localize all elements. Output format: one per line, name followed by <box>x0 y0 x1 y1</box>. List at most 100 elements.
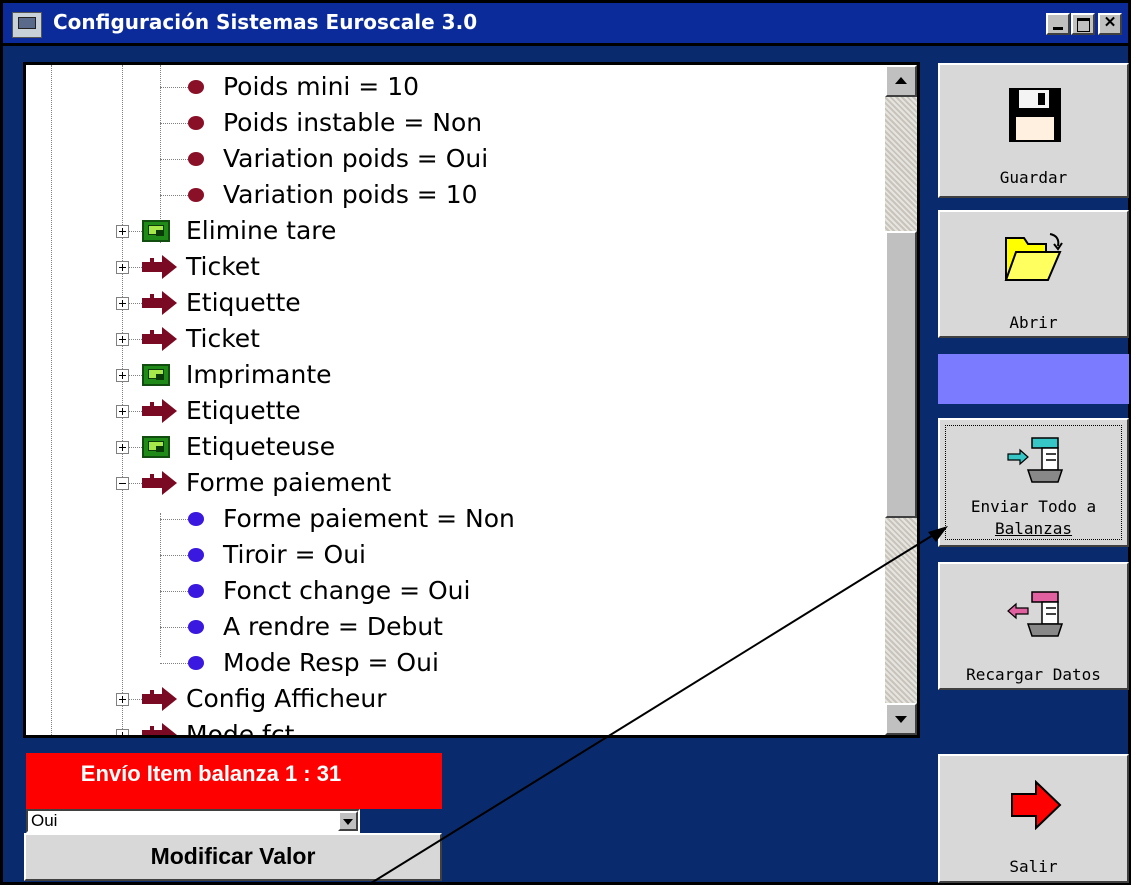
tree-item-label: Tiroir = Oui <box>223 540 367 569</box>
tree-leaf-item[interactable]: Poids mini = 10 <box>26 70 886 104</box>
open-button-label: Abrir <box>1009 313 1058 332</box>
tree-leaf-item[interactable]: Poids instable = Non <box>26 106 886 140</box>
tree-node-item[interactable]: Ticket <box>26 250 886 284</box>
tree-node-item[interactable]: Mode fct <box>26 718 886 738</box>
dropdown-arrow-button[interactable] <box>338 811 358 831</box>
expand-icon[interactable] <box>116 333 129 346</box>
blue-dot-icon <box>188 656 204 670</box>
tree-item-label: Ticket <box>186 252 260 281</box>
tree-leaf-item[interactable]: A rendre = Debut <box>26 610 886 644</box>
red-dot-icon <box>188 116 204 130</box>
maximize-button[interactable] <box>1071 13 1095 35</box>
tree-leaf-item[interactable]: Forme paiement = Non <box>26 502 886 536</box>
floppy-disk-icon <box>1009 88 1061 142</box>
exit-arrow-icon <box>1011 780 1062 830</box>
send-all-label-line1: Enviar Todo a <box>970 497 1097 516</box>
tree-node-item[interactable]: Forme paiement <box>26 466 886 500</box>
tree-item-label: Mode fct <box>186 720 295 738</box>
exit-button[interactable]: Salir <box>938 754 1129 883</box>
arrow-right-icon <box>142 291 177 315</box>
red-dot-icon <box>188 188 204 202</box>
status-text: Envío Item balanza 1 : 31 <box>80 761 342 786</box>
collapse-icon[interactable] <box>116 477 129 490</box>
config-tree-panel[interactable]: Poids mini = 10 Poids instable = Non Varia… <box>23 62 920 738</box>
exit-button-label: Salir <box>1009 857 1058 876</box>
blue-dot-icon <box>188 512 204 526</box>
close-button[interactable]: ✕ <box>1098 13 1122 35</box>
tree-item-label: Fonct change = Oui <box>223 576 471 605</box>
tree-item-label: Variation poids = 10 <box>223 180 478 209</box>
blue-dot-icon <box>188 584 204 598</box>
status-banner: Envío Item balanza 1 : 31 <box>26 753 442 809</box>
tree-leaf-item[interactable]: Fonct change = Oui <box>26 574 886 608</box>
arrow-right-icon <box>142 471 177 495</box>
tree-item-label: Etiqueteuse <box>186 432 336 461</box>
tree-node-item[interactable]: Etiquette <box>26 394 886 428</box>
scroll-up-button[interactable] <box>885 65 917 97</box>
arrow-right-icon <box>142 723 177 735</box>
expand-icon[interactable] <box>116 225 129 238</box>
expand-icon[interactable] <box>116 297 129 310</box>
tree-leaf-item[interactable]: Mode Resp = Oui <box>26 646 886 680</box>
reload-data-button[interactable]: Recargar Datos <box>938 562 1129 690</box>
tree-item-label: Imprimante <box>186 360 332 389</box>
minimize-button[interactable] <box>1046 13 1070 35</box>
tree-node-item[interactable]: Config Afficheur <box>26 682 886 716</box>
green-device-icon <box>142 220 170 242</box>
title-bar[interactable]: Configuración Sistemas Euroscale 3.0 ✕ <box>3 3 1128 46</box>
tree-item-label: Mode Resp = Oui <box>223 648 439 677</box>
modify-value-button[interactable]: Modificar Valor <box>24 833 442 881</box>
scroll-thumb[interactable] <box>885 231 917 518</box>
tree-item-label: A rendre = Debut <box>223 612 443 641</box>
tree-leaf-item[interactable]: Variation poids = 10 <box>26 178 886 212</box>
tree-node-item[interactable]: Elimine tare <box>26 214 886 248</box>
green-device-icon <box>142 364 170 386</box>
expand-icon[interactable] <box>116 693 129 706</box>
blue-dot-icon <box>188 620 204 634</box>
expand-icon[interactable] <box>116 729 129 735</box>
expand-icon[interactable] <box>116 369 129 382</box>
tree-item-label: Ticket <box>186 324 260 353</box>
expand-icon[interactable] <box>116 261 129 274</box>
open-button[interactable]: Abrir <box>938 210 1129 338</box>
chevron-down-icon <box>343 819 353 825</box>
value-select[interactable]: Oui <box>26 809 360 833</box>
tree-node-item[interactable]: Etiqueteuse <box>26 430 886 464</box>
arrow-right-icon <box>142 327 177 351</box>
tree-item-label: Etiquette <box>186 288 301 317</box>
blue-dot-icon <box>188 548 204 562</box>
tree-node-item[interactable]: Imprimante <box>26 358 886 392</box>
expand-icon[interactable] <box>116 405 129 418</box>
red-dot-icon <box>188 152 204 166</box>
open-folder-icon <box>1004 233 1063 281</box>
config-tree: Poids mini = 10 Poids instable = Non Varia… <box>26 65 886 738</box>
chevron-up-icon <box>895 77 907 84</box>
tree-item-label: Config Afficheur <box>186 684 387 713</box>
tree-item-label: Variation poids = Oui <box>223 144 489 173</box>
app-icon[interactable] <box>12 12 42 38</box>
tree-item-label: Etiquette <box>186 396 301 425</box>
arrow-right-icon <box>142 687 177 711</box>
tree-node-item[interactable]: Ticket <box>26 322 886 356</box>
tree-guide-line <box>122 735 146 736</box>
arrow-right-icon <box>142 399 177 423</box>
save-button[interactable]: Guardar <box>938 63 1129 198</box>
scroll-down-button[interactable] <box>885 703 917 735</box>
tree-node-item[interactable]: Etiquette <box>26 286 886 320</box>
window-title: Configuración Sistemas Euroscale 3.0 <box>53 10 478 34</box>
send-all-to-scales-button[interactable]: Enviar Todo a Balanzas <box>938 418 1129 547</box>
arrow-right-icon <box>142 255 177 279</box>
tree-leaf-item[interactable]: Tiroir = Oui <box>26 538 886 572</box>
chevron-down-icon <box>895 716 907 723</box>
send-all-label-line2: Balanzas <box>994 519 1073 538</box>
progress-panel <box>938 354 1129 404</box>
send-to-scale-icon <box>1007 437 1064 483</box>
tree-item-label: Poids instable = Non <box>223 108 483 137</box>
tree-item-label: Poids mini = 10 <box>223 72 420 101</box>
value-select-text: Oui <box>31 811 58 830</box>
save-button-label: Guardar <box>999 168 1068 187</box>
vertical-scrollbar[interactable] <box>885 65 917 735</box>
tree-leaf-item[interactable]: Variation poids = Oui <box>26 142 886 176</box>
tree-item-label: Elimine tare <box>186 216 337 245</box>
expand-icon[interactable] <box>116 441 129 454</box>
